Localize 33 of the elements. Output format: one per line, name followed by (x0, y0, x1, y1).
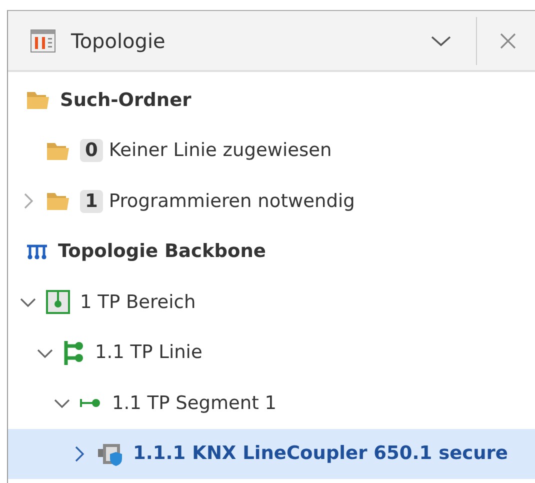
tree-item-label: Such-Ordner (60, 90, 192, 111)
chevron-right-icon[interactable] (73, 444, 85, 463)
table-icon (30, 28, 56, 52)
tree-item-label: 1.1.1 KNX LineCoupler 650.1 secure (133, 443, 508, 464)
tree-item[interactable]: 1 TP Bereich (8, 277, 535, 328)
tree-item-label: 1 TP Bereich (80, 292, 196, 313)
network-icon (26, 244, 48, 260)
count-badge: 0 (80, 139, 103, 162)
tree-item[interactable]: Such-Ordner (8, 75, 535, 126)
tree-item-label: Programmieren notwendig (108, 190, 355, 212)
panel-title: Topologie (71, 28, 166, 52)
count-badge: 1 (80, 190, 103, 213)
chevron-down-icon (430, 34, 452, 48)
folder-icon (46, 140, 70, 161)
tree-item[interactable]: 1.1 TP Segment 1 (8, 378, 535, 428)
folder-icon (46, 191, 70, 212)
tree-item-label: Topologie Backbone (58, 241, 266, 262)
tree-item[interactable]: 0 Keiner Linie zugewiesen (8, 126, 535, 176)
chevron-down-icon[interactable] (53, 397, 71, 410)
folder-icon (26, 90, 50, 110)
area-icon (46, 290, 70, 314)
branch-icon (63, 340, 85, 366)
tree-item-label: 1.1 TP Segment 1 (112, 392, 277, 414)
chevron-down-icon[interactable] (19, 296, 37, 308)
chevron-down-icon[interactable] (36, 346, 54, 359)
tree-item[interactable]: Topologie Backbone (8, 226, 535, 277)
segment-icon (80, 397, 102, 410)
tree-item-label: 1.1 TP Linie (95, 342, 202, 364)
close-icon (499, 32, 517, 50)
tree-item[interactable]: 1.1 TP Linie (8, 328, 535, 378)
tree-item[interactable]: 1 Programmieren notwendig (8, 176, 535, 226)
tree-item[interactable]: 1.1.1 KNX LineCoupler 650.1 secure (8, 428, 535, 479)
tree-item-label: Keiner Linie zugewiesen (108, 140, 332, 162)
